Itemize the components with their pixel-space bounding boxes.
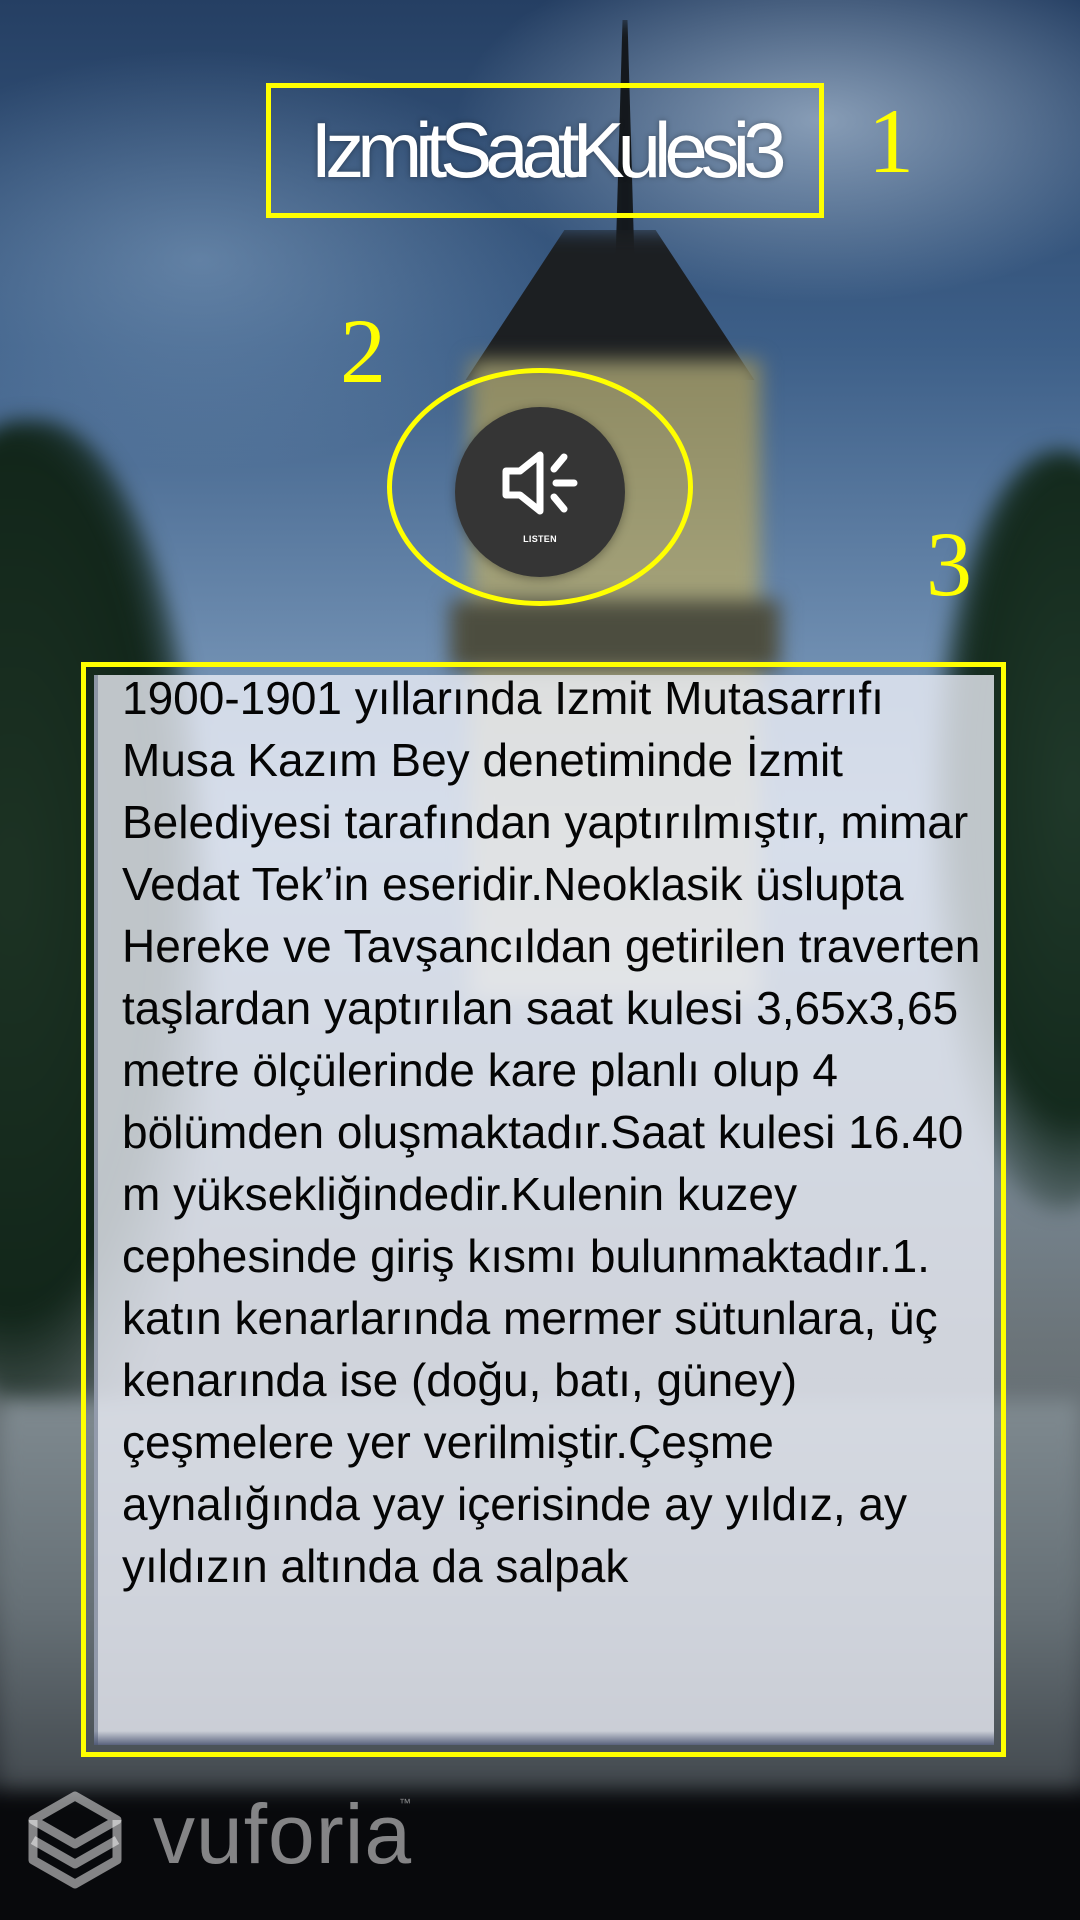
info-text-panel[interactable]: 1900-1901 yıllarında Izmit Mutasarrıfı M… [94, 675, 994, 1745]
info-text: 1900-1901 yıllarında Izmit Mutasarrıfı M… [122, 675, 981, 1592]
info-callout-box: 1900-1901 yıllarında Izmit Mutasarrıfı M… [81, 662, 1006, 1757]
listen-button[interactable]: LISTEN [455, 407, 625, 577]
clock-tower-band [450, 600, 780, 670]
callout-number-3: 3 [926, 513, 972, 615]
title-callout-box: IzmitSaatKulesi3 [266, 83, 824, 218]
vuforia-trademark: ™ [399, 1796, 411, 1810]
clock-tower-roof [465, 230, 755, 380]
info-panel-bottom-edge [94, 1731, 994, 1745]
callout-number-2: 2 [340, 300, 386, 402]
speaker-icon [502, 451, 578, 515]
vuforia-wordmark: vuforia [153, 1787, 413, 1881]
vuforia-watermark: vuforia ™ [25, 1790, 425, 1900]
listen-label: LISTEN [523, 534, 557, 544]
vuforia-logo-icon [28, 1791, 122, 1889]
page-title: IzmitSaatKulesi3 [310, 106, 787, 194]
callout-number-1: 1 [868, 90, 914, 192]
